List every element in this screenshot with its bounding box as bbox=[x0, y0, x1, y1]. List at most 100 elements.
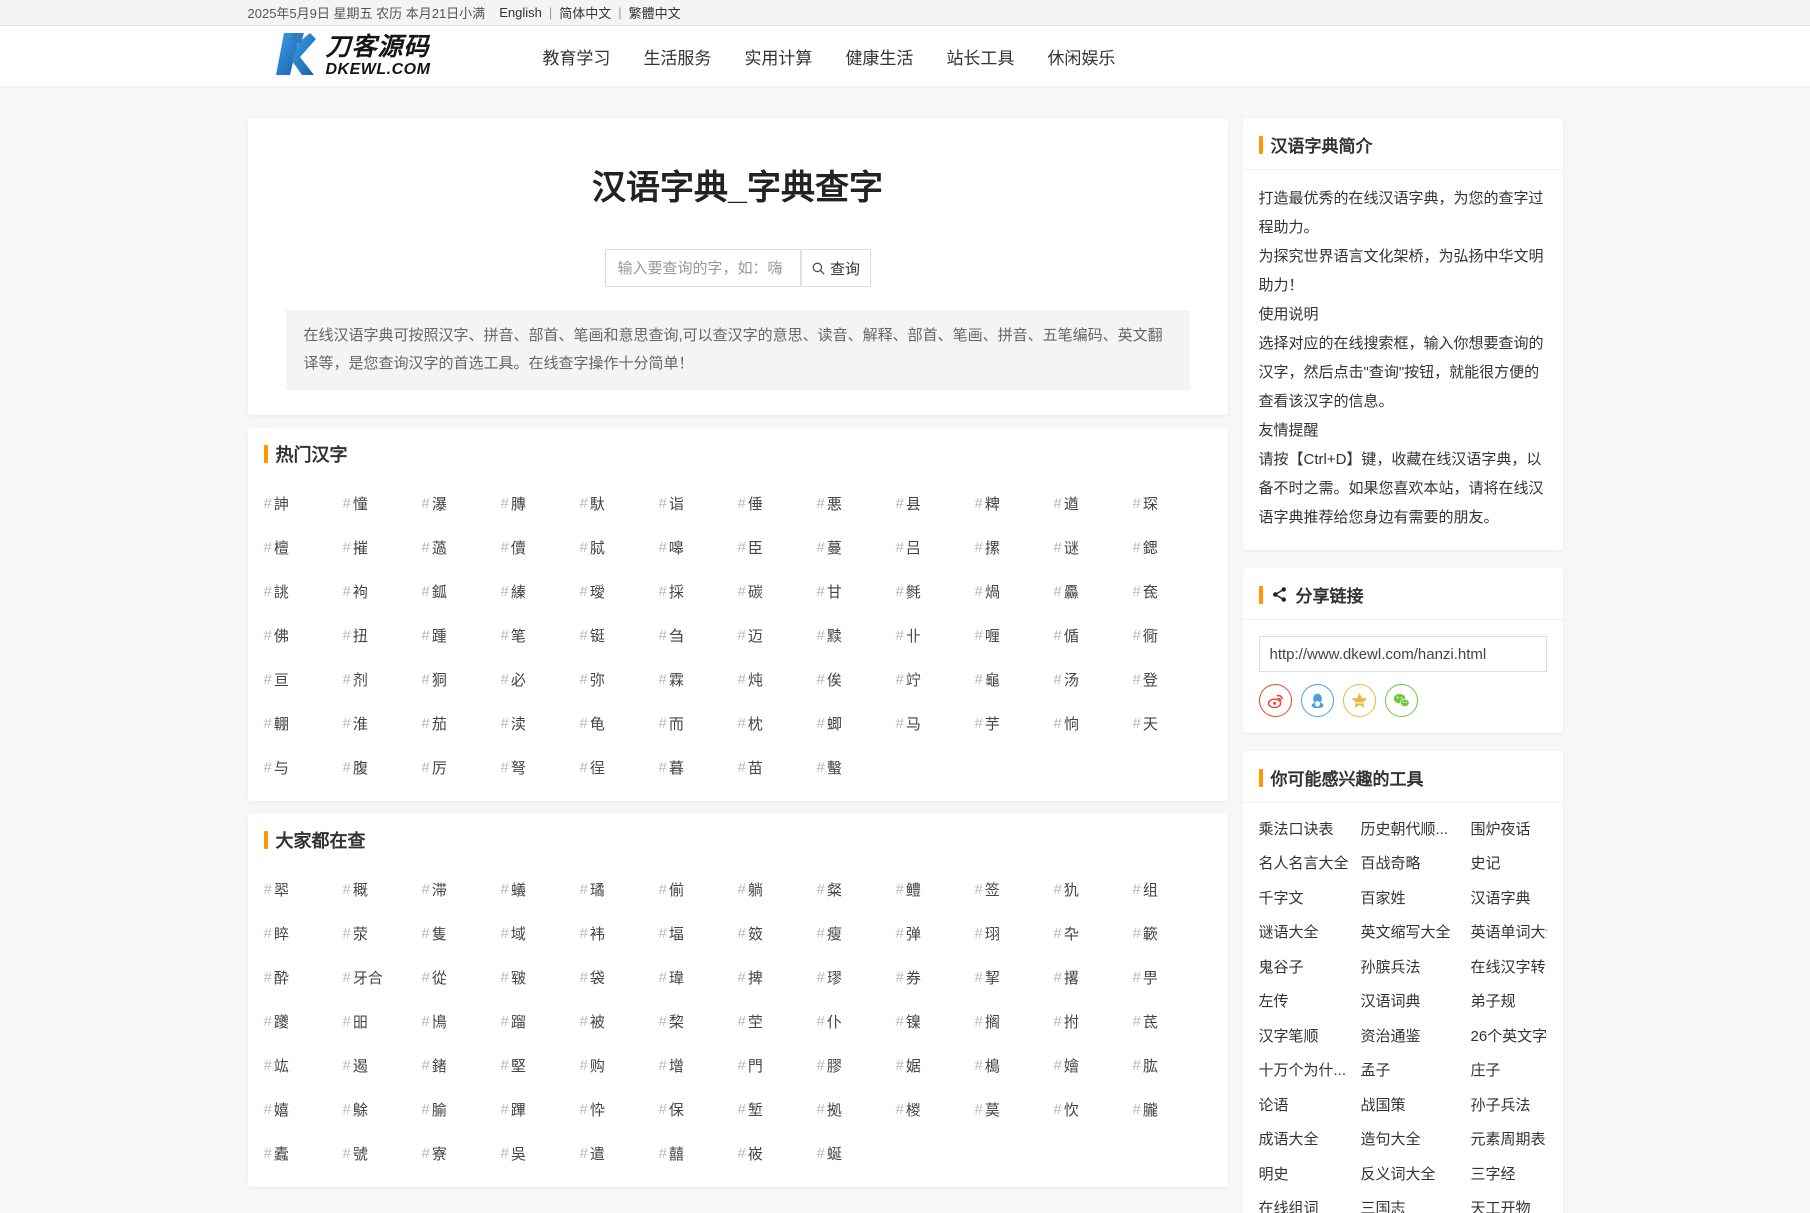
hanzi-link[interactable]: #登 bbox=[1133, 657, 1212, 701]
hanzi-link[interactable]: #弥 bbox=[580, 657, 659, 701]
tool-link[interactable]: 26个英文字母 bbox=[1471, 1018, 1547, 1053]
hanzi-link[interactable]: #喱 bbox=[975, 613, 1054, 657]
hanzi-link[interactable]: #鳢 bbox=[896, 867, 975, 911]
tool-link[interactable]: 左传 bbox=[1259, 984, 1361, 1019]
tool-link[interactable]: 十万个为什... bbox=[1259, 1053, 1361, 1088]
hanzi-link[interactable]: #增 bbox=[659, 1043, 738, 1087]
hanzi-link[interactable]: #笔 bbox=[501, 613, 580, 657]
hanzi-link[interactable]: #剂 bbox=[343, 657, 422, 701]
nav-item[interactable]: 教育学习 bbox=[542, 44, 610, 69]
hanzi-link[interactable]: #偱 bbox=[1054, 613, 1133, 657]
weibo-icon[interactable] bbox=[1259, 684, 1292, 717]
hanzi-link[interactable]: #睟 bbox=[264, 911, 343, 955]
hanzi-link[interactable]: #天 bbox=[1133, 701, 1212, 745]
hanzi-link[interactable]: #肱 bbox=[1133, 1043, 1212, 1087]
hanzi-link[interactable]: #嬉 bbox=[264, 1087, 343, 1131]
tool-link[interactable]: 反义词大全 bbox=[1361, 1156, 1471, 1191]
hanzi-link[interactable]: #採 bbox=[659, 569, 738, 613]
tool-link[interactable]: 英语单词大全 bbox=[1471, 915, 1547, 950]
hanzi-link[interactable]: #佛 bbox=[264, 613, 343, 657]
hanzi-link[interactable]: #遣 bbox=[580, 1131, 659, 1175]
hanzi-link[interactable]: #荥 bbox=[343, 911, 422, 955]
hanzi-link[interactable]: #囍 bbox=[659, 1131, 738, 1175]
hanzi-link[interactable]: #儥 bbox=[501, 525, 580, 569]
nav-item[interactable]: 休闲娱乐 bbox=[1047, 44, 1115, 69]
tool-link[interactable]: 汉语字典 bbox=[1471, 880, 1547, 915]
hanzi-link[interactable]: #恦 bbox=[1054, 701, 1133, 745]
hanzi-link[interactable]: #淮 bbox=[343, 701, 422, 745]
tool-link[interactable]: 围炉夜话 bbox=[1471, 811, 1547, 846]
tool-link[interactable]: 孙子兵法 bbox=[1471, 1087, 1547, 1122]
tool-link[interactable]: 孙膑兵法 bbox=[1361, 949, 1471, 984]
share-url-input[interactable] bbox=[1259, 636, 1547, 672]
hanzi-link[interactable]: #渎 bbox=[501, 701, 580, 745]
hanzi-link[interactable]: #镍 bbox=[896, 999, 975, 1043]
hanzi-link[interactable]: #炖 bbox=[738, 657, 817, 701]
hanzi-link[interactable]: #蹕 bbox=[501, 1087, 580, 1131]
tool-link[interactable]: 在线汉字转... bbox=[1471, 949, 1547, 984]
hanzi-link[interactable]: #购 bbox=[580, 1043, 659, 1087]
hanzi-link[interactable]: #必 bbox=[501, 657, 580, 701]
nav-item[interactable]: 站长工具 bbox=[946, 44, 1014, 69]
hanzi-link[interactable]: #狪 bbox=[422, 657, 501, 701]
hanzi-link[interactable]: #忰 bbox=[580, 1087, 659, 1131]
tool-link[interactable]: 成语大全 bbox=[1259, 1122, 1361, 1157]
hanzi-link[interactable]: #马 bbox=[896, 701, 975, 745]
hanzi-link[interactable]: #卝 bbox=[896, 613, 975, 657]
hanzi-link[interactable]: #签 bbox=[975, 867, 1054, 911]
hanzi-link[interactable]: #輣 bbox=[264, 701, 343, 745]
tool-link[interactable]: 战国策 bbox=[1361, 1087, 1471, 1122]
hanzi-link[interactable]: #笯 bbox=[738, 911, 817, 955]
hanzi-link[interactable]: #茣 bbox=[975, 1087, 1054, 1131]
hanzi-link[interactable]: #茄 bbox=[422, 701, 501, 745]
hanzi-link[interactable]: #踵 bbox=[422, 613, 501, 657]
hanzi-link[interactable]: #竑 bbox=[264, 1043, 343, 1087]
hanzi-link[interactable]: #倕 bbox=[738, 481, 817, 525]
hanzi-link[interactable]: #蟻 bbox=[501, 867, 580, 911]
hanzi-link[interactable]: #滞 bbox=[422, 867, 501, 911]
hanzi-link[interactable]: #霖 bbox=[659, 657, 738, 701]
hanzi-link[interactable]: #芋 bbox=[975, 701, 1054, 745]
hanzi-link[interactable]: #搁 bbox=[975, 999, 1054, 1043]
hanzi-link[interactable]: #鵌 bbox=[343, 1087, 422, 1131]
hanzi-link[interactable]: #膞 bbox=[501, 481, 580, 525]
hanzi-link[interactable]: #鈲 bbox=[422, 569, 501, 613]
hanzi-link[interactable]: #棃 bbox=[659, 999, 738, 1043]
tool-link[interactable]: 在线组词 bbox=[1259, 1191, 1361, 1213]
hanzi-link[interactable]: #隻 bbox=[422, 911, 501, 955]
hanzi-link[interactable]: #堅 bbox=[501, 1043, 580, 1087]
hanzi-link[interactable]: #券 bbox=[896, 955, 975, 999]
search-input[interactable] bbox=[605, 249, 801, 287]
nav-item[interactable]: 健康生活 bbox=[845, 44, 913, 69]
wechat-icon[interactable] bbox=[1385, 684, 1418, 717]
hanzi-link[interactable]: #汤 bbox=[1054, 657, 1133, 701]
hanzi-link[interactable]: #鍺 bbox=[422, 1043, 501, 1087]
hanzi-link[interactable]: #嗥 bbox=[659, 525, 738, 569]
hanzi-link[interactable]: #瑋 bbox=[659, 955, 738, 999]
tool-link[interactable]: 史记 bbox=[1471, 846, 1547, 881]
tool-link[interactable]: 汉语词典 bbox=[1361, 984, 1471, 1019]
hanzi-link[interactable]: #挈 bbox=[975, 955, 1054, 999]
hanzi-link[interactable]: #槝 bbox=[975, 1043, 1054, 1087]
tool-link[interactable]: 造句大全 bbox=[1361, 1122, 1471, 1157]
tool-link[interactable]: 庄子 bbox=[1471, 1053, 1547, 1088]
hanzi-link[interactable]: #悪 bbox=[817, 481, 896, 525]
hanzi-link[interactable]: #牙合 bbox=[343, 955, 422, 999]
hanzi-link[interactable]: #厵 bbox=[1054, 569, 1133, 613]
hanzi-link[interactable]: #皲 bbox=[501, 955, 580, 999]
hanzi-link[interactable]: #蔓 bbox=[817, 525, 896, 569]
hanzi-link[interactable]: #黩 bbox=[817, 613, 896, 657]
tool-link[interactable]: 千字文 bbox=[1259, 880, 1361, 915]
hanzi-link[interactable]: #蝍 bbox=[817, 701, 896, 745]
hanzi-link[interactable]: #迈 bbox=[738, 613, 817, 657]
hanzi-link[interactable]: #粲 bbox=[817, 867, 896, 911]
tool-link[interactable]: 英文缩写大全 bbox=[1361, 915, 1471, 950]
hanzi-link[interactable]: #吕 bbox=[896, 525, 975, 569]
hanzi-link[interactable]: #组 bbox=[1133, 867, 1212, 911]
hanzi-link[interactable]: #拊 bbox=[1054, 999, 1133, 1043]
hanzi-link[interactable]: #徎 bbox=[580, 745, 659, 789]
hanzi-link[interactable]: #訷 bbox=[264, 481, 343, 525]
hanzi-link[interactable]: #被 bbox=[580, 999, 659, 1043]
hanzi-link[interactable]: #弩 bbox=[501, 745, 580, 789]
hanzi-link[interactable]: #號 bbox=[343, 1131, 422, 1175]
